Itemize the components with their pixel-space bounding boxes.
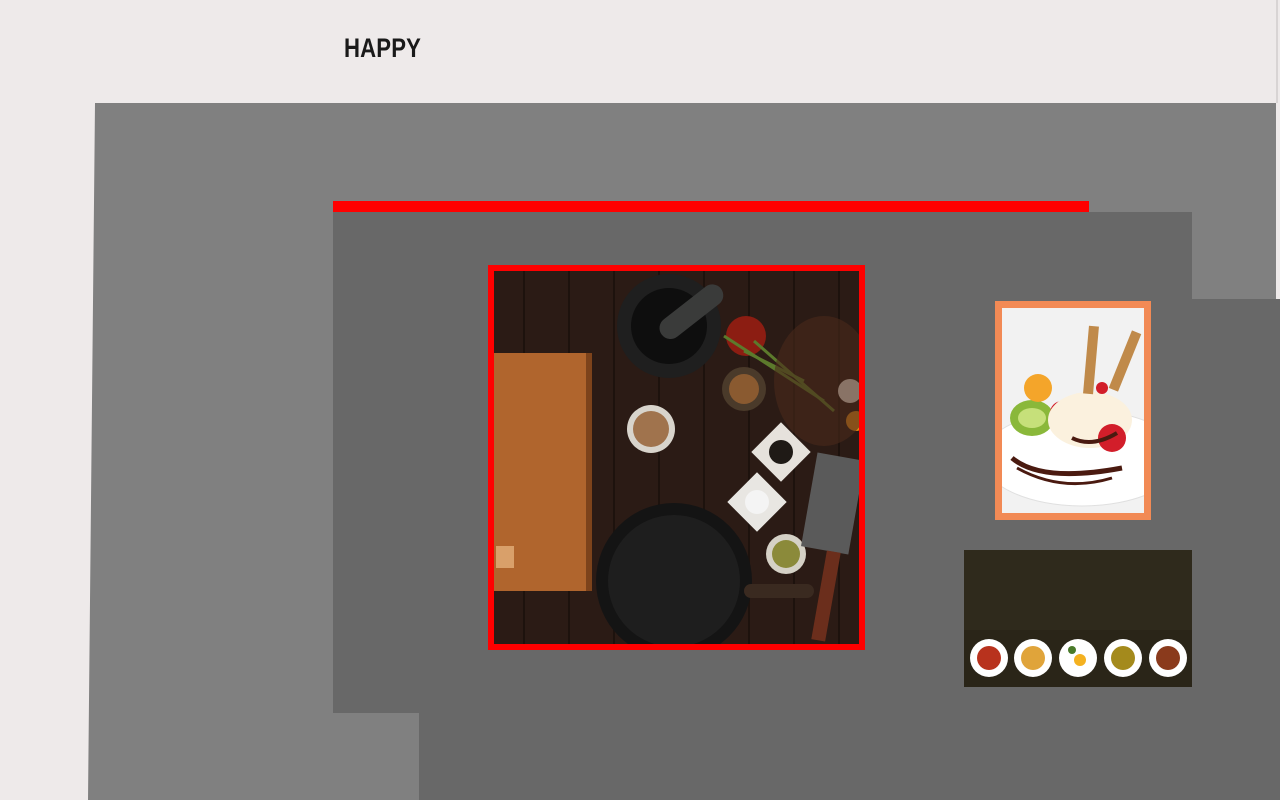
red-accent-bar [333,201,1089,212]
main-food-image[interactable] [488,265,865,650]
content-stage [0,0,1280,800]
dishes-image[interactable] [964,550,1192,687]
dessert-image[interactable] [995,301,1151,520]
